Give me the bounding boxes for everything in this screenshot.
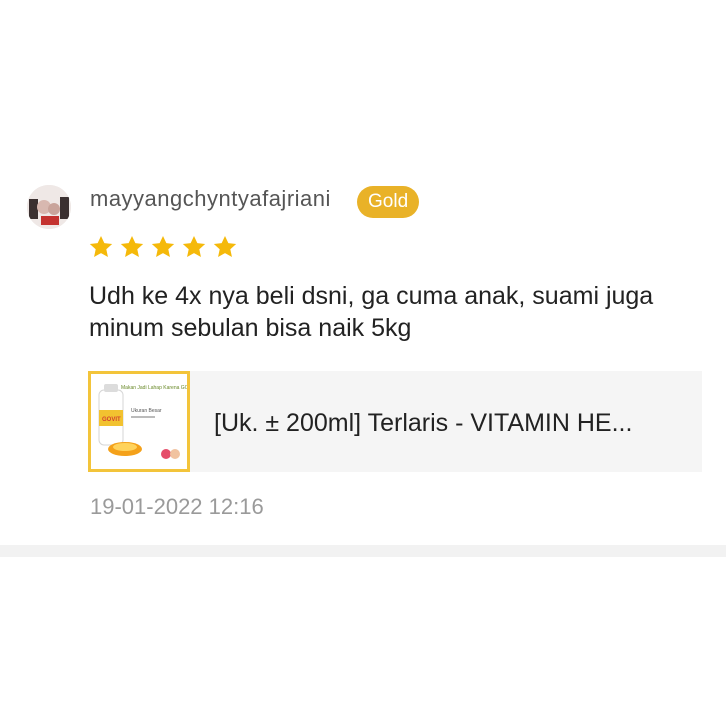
star-icon xyxy=(151,235,175,257)
star-rating xyxy=(88,234,238,260)
member-tier-badge: Gold xyxy=(357,186,420,218)
star-icon xyxy=(120,235,144,257)
thumb-size-label: Ukuran Besar xyxy=(131,408,162,414)
review-timestamp: 19-01-2022 12:16 xyxy=(90,494,264,519)
review-card: mayyangchyntyafajriani Gold Udh ke 4x ny… xyxy=(0,0,726,545)
product-thumbnail: Makan Jadi Lahap Karena GOVIT GOVIT Ukur… xyxy=(88,371,196,472)
star-icon xyxy=(182,235,206,257)
star-icon xyxy=(89,235,113,257)
product-card[interactable]: Makan Jadi Lahap Karena GOVIT GOVIT Ukur… xyxy=(88,371,702,472)
thumb-brand: GOVIT xyxy=(102,417,121,423)
star-icon xyxy=(213,235,237,257)
review-text: Udh ke 4x nya beli dsni, ga cuma anak, s… xyxy=(89,282,654,342)
section-divider xyxy=(0,545,726,557)
thumb-headline: Makan Jadi Lahap Karena GOVIT xyxy=(121,385,187,391)
product-title: [Uk. ± 200ml] Terlaris - VITAMIN HE... xyxy=(214,409,633,437)
avatar[interactable] xyxy=(27,185,71,229)
username: mayyangchyntyafajriani xyxy=(90,186,331,211)
